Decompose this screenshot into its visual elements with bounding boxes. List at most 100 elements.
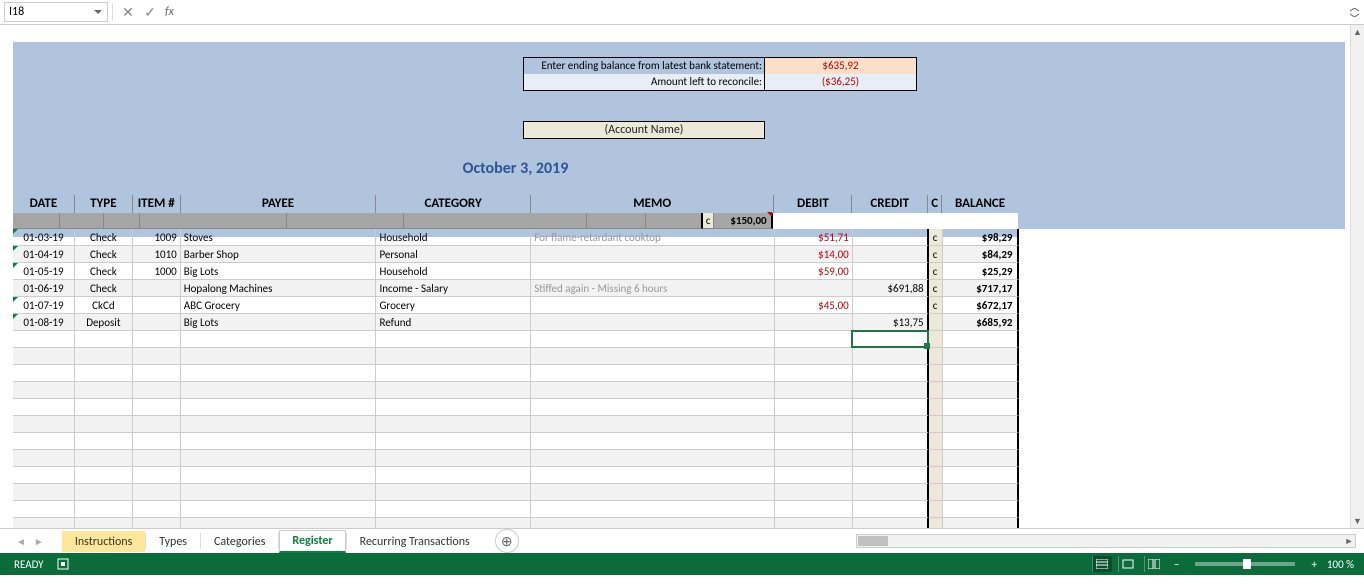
empty-cell[interactable] — [929, 450, 943, 467]
formula-input[interactable] — [178, 2, 1344, 22]
empty-cell[interactable] — [181, 416, 377, 433]
tab-next-icon[interactable]: ► — [34, 535, 44, 548]
empty-cell[interactable] — [75, 484, 133, 501]
empty-cell[interactable] — [181, 467, 377, 484]
empty-cell[interactable] — [133, 501, 181, 518]
date-cell[interactable]: 01-04-19 — [13, 246, 75, 263]
table-row[interactable] — [13, 365, 1345, 382]
credit-cell[interactable]: $691,88 — [853, 280, 929, 297]
empty-cell[interactable] — [75, 450, 133, 467]
empty-cell[interactable] — [13, 433, 75, 450]
empty-cell[interactable] — [133, 484, 181, 501]
balance-cell[interactable]: $672,17 — [943, 297, 1019, 314]
memo-cell[interactable] — [531, 263, 775, 280]
empty-cell[interactable] — [376, 416, 531, 433]
empty-cell[interactable] — [775, 450, 853, 467]
hscroll-right-icon[interactable]: ► — [1342, 535, 1356, 547]
empty-cell[interactable] — [531, 501, 775, 518]
empty-cell[interactable] — [853, 501, 929, 518]
item-cell[interactable]: 1000 — [133, 263, 181, 280]
debit-cell[interactable]: $59,00 — [775, 263, 853, 280]
zoom-in-button[interactable]: + — [1307, 558, 1320, 571]
empty-cell[interactable] — [929, 467, 943, 484]
empty-cell[interactable] — [929, 416, 943, 433]
memo-cell[interactable] — [531, 297, 775, 314]
cleared-cell[interactable]: c — [929, 297, 943, 314]
empty-cell[interactable] — [181, 518, 377, 528]
empty-cell[interactable] — [531, 399, 775, 416]
empty-cell[interactable] — [181, 484, 377, 501]
empty-cell[interactable] — [929, 518, 943, 528]
empty-cell[interactable] — [133, 450, 181, 467]
add-sheet-button[interactable]: ⊕ — [495, 529, 519, 553]
table-row[interactable] — [13, 331, 1345, 348]
expand-formula-icon[interactable] — [1344, 2, 1364, 22]
balance-cell[interactable]: $98,29 — [943, 229, 1019, 246]
empty-cell[interactable] — [943, 467, 1019, 484]
type-cell[interactable]: Check — [75, 280, 133, 297]
credit-cell[interactable] — [853, 246, 929, 263]
empty-cell[interactable] — [133, 416, 181, 433]
date-cell[interactable]: 01-08-19 — [13, 314, 75, 331]
empty-cell[interactable] — [943, 416, 1019, 433]
empty-cell[interactable] — [853, 416, 929, 433]
category-cell[interactable]: Refund — [376, 314, 531, 331]
tab-recurring-transactions[interactable]: Recurring Transactions — [347, 531, 483, 552]
type-cell[interactable]: Check — [75, 263, 133, 280]
item-cell[interactable] — [133, 297, 181, 314]
empty-cell[interactable] — [376, 399, 531, 416]
empty-cell[interactable] — [531, 416, 775, 433]
cleared-cell[interactable]: c — [929, 246, 943, 263]
empty-cell[interactable] — [13, 501, 75, 518]
empty-cell[interactable] — [775, 331, 853, 348]
table-row[interactable]: 01-05-19Check1000Big LotsHousehold $59,00… — [13, 263, 1345, 280]
table-row[interactable] — [13, 399, 1345, 416]
empty-cell[interactable] — [775, 484, 853, 501]
empty-cell[interactable] — [13, 399, 75, 416]
empty-cell[interactable] — [376, 433, 531, 450]
empty-cell[interactable] — [531, 433, 775, 450]
empty-cell[interactable] — [75, 416, 133, 433]
table-row[interactable]: 01-08-19DepositBig LotsRefund$13,75$685,… — [13, 314, 1345, 331]
empty-cell[interactable] — [775, 433, 853, 450]
empty-cell[interactable] — [376, 501, 531, 518]
empty-cell[interactable] — [943, 518, 1019, 528]
table-row[interactable]: 01-06-19CheckHopalong MachinesIncome - S… — [13, 280, 1345, 297]
cleared-cell[interactable]: c — [929, 280, 943, 297]
table-row[interactable] — [13, 501, 1345, 518]
credit-cell[interactable] — [853, 297, 929, 314]
empty-cell[interactable] — [13, 348, 75, 365]
empty-cell[interactable] — [376, 518, 531, 528]
empty-cell[interactable] — [376, 450, 531, 467]
cleared-cell[interactable]: c — [929, 263, 943, 280]
credit-cell[interactable]: $13,75 — [853, 314, 929, 331]
empty-cell[interactable] — [181, 501, 377, 518]
category-cell[interactable]: Household — [376, 263, 531, 280]
empty-cell[interactable] — [775, 467, 853, 484]
macro-record-icon[interactable] — [56, 557, 70, 571]
empty-cell[interactable] — [853, 399, 929, 416]
date-cell[interactable]: 01-05-19 — [13, 263, 75, 280]
opening-cleared[interactable]: c — [703, 213, 714, 229]
payee-cell[interactable]: Barber Shop — [181, 246, 377, 263]
tab-nav-arrows[interactable]: ◄ ► — [16, 535, 44, 548]
category-cell[interactable]: Household — [376, 229, 531, 246]
empty-cell[interactable] — [531, 467, 775, 484]
table-row[interactable]: 01-03-19Check1009StovesHouseholdFor flam… — [13, 229, 1345, 246]
payee-cell[interactable]: Big Lots — [181, 263, 377, 280]
empty-cell[interactable] — [75, 331, 133, 348]
empty-cell[interactable] — [943, 450, 1019, 467]
empty-cell[interactable] — [133, 348, 181, 365]
empty-cell[interactable] — [133, 433, 181, 450]
name-box[interactable]: I18 — [4, 2, 108, 22]
debit-cell[interactable] — [775, 314, 853, 331]
table-row[interactable]: 01-07-19CkCdABC GroceryGrocery$45,00c$67… — [13, 297, 1345, 314]
empty-cell[interactable] — [13, 382, 75, 399]
empty-cell[interactable] — [929, 365, 943, 382]
tab-instructions[interactable]: Instructions — [62, 531, 145, 552]
empty-cell[interactable] — [75, 399, 133, 416]
empty-cell[interactable] — [775, 416, 853, 433]
empty-cell[interactable] — [943, 484, 1019, 501]
cancel-formula-icon[interactable]: ✕ — [117, 2, 139, 22]
table-row[interactable] — [13, 518, 1345, 528]
